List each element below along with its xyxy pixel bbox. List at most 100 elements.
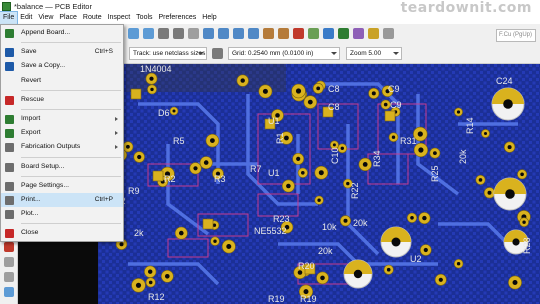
settings-icon[interactable] <box>383 27 394 39</box>
highlight-net-icon[interactable] <box>4 242 14 252</box>
submenu-arrow-icon <box>115 116 118 121</box>
zoom-out-icon[interactable] <box>143 27 154 39</box>
drill-hole <box>438 277 443 282</box>
window-title: *balance — PCB Editor <box>14 1 92 11</box>
square-pad <box>152 170 164 182</box>
group-icon[interactable] <box>263 27 274 39</box>
capacitor-drill <box>353 269 363 279</box>
file-menu-item-label: Rescue <box>21 95 45 103</box>
drill-hole <box>371 91 376 96</box>
drill-hole <box>478 178 483 182</box>
ungroup-icon[interactable] <box>278 27 289 39</box>
track-width-value: Track: use netclass sizes <box>133 49 206 57</box>
component-ref-label: R25 <box>430 165 440 182</box>
component-ref-label: R23 <box>273 214 290 224</box>
file-menu-item[interactable]: Revert <box>1 74 123 88</box>
menu-view[interactable]: View <box>35 12 56 24</box>
menu-separator <box>21 156 121 158</box>
drill-hole <box>343 218 348 223</box>
file-menu-item[interactable]: Print... Ctrl+P <box>1 192 123 208</box>
zoom-fit-icon[interactable] <box>158 27 169 39</box>
print-icon <box>5 195 14 205</box>
drill-hole <box>487 190 492 195</box>
capacitor-drill <box>512 238 520 246</box>
menu-separator <box>21 42 121 44</box>
lock-icon[interactable] <box>293 27 304 39</box>
zoom-select[interactable]: Zoom 5.00 <box>346 46 402 60</box>
menu-preferences[interactable]: Preferences <box>156 12 200 24</box>
drc-icon[interactable] <box>323 27 334 39</box>
mirror-horizontal-icon[interactable] <box>248 27 259 39</box>
file-menu-item[interactable]: Import <box>1 112 123 126</box>
file-menu-dropdown: Append Board... Save Ctrl+S Save a Copy... R… <box>0 24 124 243</box>
file-menu-item[interactable]: Save a Copy... <box>1 59 123 73</box>
grid-select[interactable]: Grid: 0.2540 mm (0.0100 in) <box>228 46 340 60</box>
track-width-select[interactable]: Track: use netclass sizes <box>129 46 207 60</box>
menu-edit[interactable]: Edit <box>17 12 35 24</box>
drill-hole <box>318 170 324 176</box>
drill-hole <box>150 87 154 92</box>
close-icon <box>5 229 14 239</box>
component-ref-label: 10k <box>322 222 337 232</box>
drill-hole <box>317 198 321 202</box>
menu-route[interactable]: Route <box>80 12 105 24</box>
file-menu-item-label: Print... <box>21 195 41 203</box>
toolbar-row-top <box>126 25 396 41</box>
file-menu-item-label: Export <box>21 129 41 137</box>
file-menu-item[interactable]: Close <box>1 226 123 240</box>
submenu-arrow-icon <box>115 145 118 150</box>
zoom-value: Zoom 5.00 <box>350 49 382 57</box>
menu-separator <box>21 89 121 91</box>
file-menu-item-shortcut: Ctrl+P <box>94 195 113 203</box>
component-ref-label: R1 <box>275 132 285 144</box>
file-menu-item[interactable]: Append Board... <box>1 26 123 40</box>
drill-hole <box>148 269 153 274</box>
file-menu-item-label: Plot... <box>21 210 39 218</box>
redraw-icon[interactable] <box>188 27 199 39</box>
zoom-in-icon[interactable] <box>128 27 139 39</box>
component-ref-label: R28 <box>522 237 532 254</box>
component-ref-label: C9 <box>390 100 402 110</box>
title-bar: *balance — PCB Editor teardownit.com <box>0 0 540 16</box>
file-menu-item[interactable]: Page Settings... <box>1 179 123 193</box>
file-menu-item[interactable]: Save Ctrl+S <box>1 45 123 59</box>
drill-hole <box>193 166 198 171</box>
cursor-icon[interactable] <box>4 287 14 297</box>
menu-place[interactable]: Place <box>56 12 80 24</box>
drill-hole <box>383 102 388 107</box>
file-menu-item[interactable]: Export <box>1 126 123 140</box>
component-ref-label: R9 <box>128 186 140 196</box>
rotate-ccw-icon[interactable] <box>203 27 214 39</box>
netlist-icon[interactable] <box>308 27 319 39</box>
rotate-cw-icon[interactable] <box>218 27 229 39</box>
component-ref-label: U2 <box>410 254 422 264</box>
drill-hole <box>456 110 461 114</box>
menu-tools[interactable]: Tools <box>133 12 155 24</box>
grid-origin-icon[interactable] <box>212 47 223 59</box>
file-menu-item[interactable]: Plot... <box>1 207 123 221</box>
menu-separator <box>21 108 121 110</box>
zoom-selection-icon[interactable] <box>173 27 184 39</box>
file-menu-item[interactable]: Rescue <box>1 93 123 107</box>
footprint-editor-icon[interactable] <box>338 27 349 39</box>
menu-file[interactable]: File <box>0 11 19 25</box>
rescue-icon <box>5 95 14 105</box>
script-icon[interactable] <box>368 27 379 39</box>
file-menu-item[interactable]: Board Setup... <box>1 160 123 174</box>
drill-hole <box>240 78 245 83</box>
layer-select[interactable]: F.Cu (PgUp) <box>496 29 536 42</box>
component-ref-label: 20k <box>318 246 333 256</box>
drill-hole <box>135 282 142 288</box>
file-menu-item[interactable]: Fabrication Outputs <box>1 140 123 154</box>
3d-viewer-icon[interactable] <box>353 27 364 39</box>
menu-help[interactable]: Help <box>199 12 219 24</box>
mirror-vertical-icon[interactable] <box>233 27 244 39</box>
drill-hole <box>137 154 142 160</box>
drill-hole <box>418 147 424 153</box>
menu-inspect[interactable]: Inspect <box>105 12 134 24</box>
component-ref-label: 1N4004 <box>140 64 172 74</box>
ratsnest-icon[interactable] <box>4 272 14 282</box>
measure-icon[interactable] <box>4 257 14 267</box>
component-ref-label: R22 <box>350 182 360 199</box>
component-ref-label: C8 <box>328 102 340 112</box>
